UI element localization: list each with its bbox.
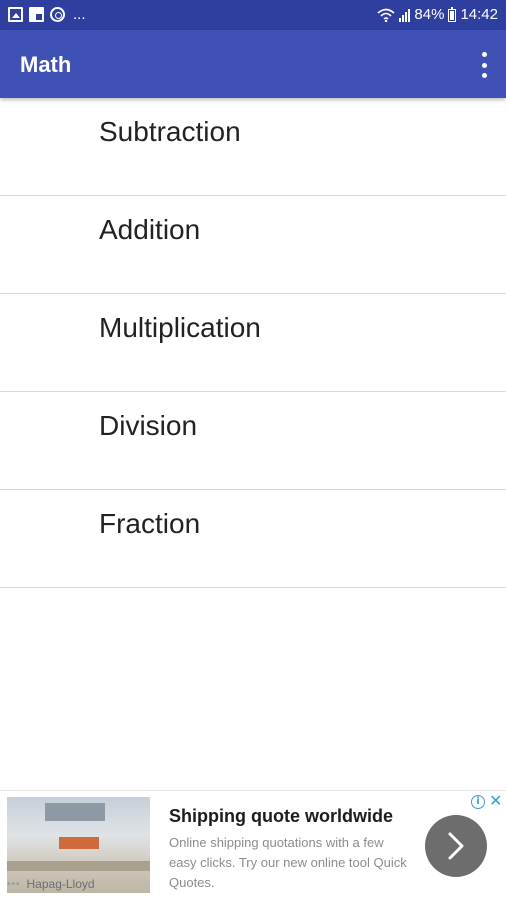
- ad-brand: Hapag-Lloyd: [26, 877, 95, 891]
- info-icon[interactable]: i: [471, 795, 485, 809]
- notification-icons: ...: [8, 7, 86, 22]
- list-item-multiplication[interactable]: Multiplication: [0, 294, 506, 392]
- flipboard-icon: [29, 7, 44, 22]
- ad-brand-row: ••• Hapag-Lloyd: [7, 877, 95, 891]
- ad-description: Online shipping quotations with a few ea…: [169, 835, 407, 890]
- list-item-label: Subtraction: [99, 116, 241, 147]
- image-icon: [8, 7, 23, 22]
- list-item-division[interactable]: Division: [0, 392, 506, 490]
- app-bar: Math: [0, 30, 506, 98]
- ad-image-crane: [45, 803, 105, 821]
- chevron-right-icon: [448, 832, 464, 860]
- system-status: 84% 14:42: [377, 6, 498, 23]
- list-item-label: Division: [99, 410, 198, 441]
- ad-banner[interactable]: ••• Hapag-Lloyd Shipping quote worldwide…: [0, 790, 506, 901]
- ad-open-button[interactable]: [425, 815, 487, 877]
- list-item-fraction[interactable]: Fraction: [0, 490, 506, 588]
- status-bar: ... 84% 14:42: [0, 0, 506, 30]
- ad-title[interactable]: Shipping quote worldwide: [169, 806, 393, 827]
- cell-signal-icon: [399, 8, 411, 22]
- wifi-icon: [377, 8, 395, 22]
- ad-image-ground: [7, 861, 150, 871]
- more-notifications-indicator: ...: [73, 6, 86, 23]
- close-icon[interactable]: ✕: [489, 792, 502, 810]
- list-item-label: Multiplication: [99, 312, 261, 343]
- more-vert-icon[interactable]: [478, 52, 490, 78]
- list-item-label: Fraction: [99, 508, 201, 539]
- list-item-addition[interactable]: Addition: [0, 196, 506, 294]
- clock: 14:42: [460, 6, 498, 23]
- battery-percent: 84%: [414, 6, 445, 23]
- ad-image-cabin: [59, 837, 99, 849]
- list-item-subtraction[interactable]: Subtraction: [0, 98, 506, 196]
- sync-icon: [50, 7, 65, 22]
- topic-list: Subtraction Addition Multiplication Divi…: [0, 98, 506, 588]
- battery-icon: [448, 6, 457, 22]
- list-item-label: Addition: [99, 214, 201, 245]
- brand-logo-icon: •••: [7, 878, 21, 890]
- app-title: Math: [20, 52, 72, 77]
